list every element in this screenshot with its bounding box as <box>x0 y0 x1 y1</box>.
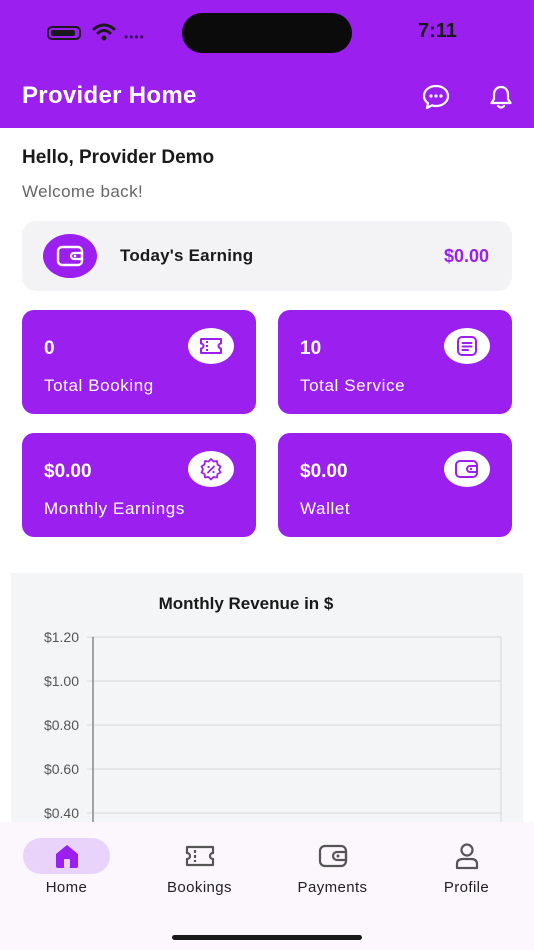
discount-badge-icon <box>188 451 234 487</box>
nav-profile-label: Profile <box>443 879 490 896</box>
nav-profile[interactable]: Profile <box>400 822 533 912</box>
monthly-revenue-chart: Monthly Revenue in $ $1.20 $1.00 $0.80 $0.6… <box>11 573 523 833</box>
wallet-value: $0.00 <box>300 461 348 482</box>
chart-plot-area: $1.20 $1.00 $0.80 $0.60 $0.40 <box>44 629 502 833</box>
wallet-card[interactable]: $0.00 Wallet <box>278 433 512 537</box>
total-booking-label: Total Booking <box>44 376 154 395</box>
status-bar: •••• 7:11 <box>0 0 534 66</box>
total-booking-card[interactable]: 0 Total Booking <box>22 310 256 414</box>
total-service-value: 10 <box>300 338 322 359</box>
nav-payments[interactable]: Payments <box>266 822 399 912</box>
nav-home[interactable]: Home <box>0 822 133 912</box>
y-tick-label: $0.40 <box>44 805 79 821</box>
total-service-label: Total Service <box>300 376 406 395</box>
nav-payments-label: Payments <box>297 879 368 896</box>
y-tick-label: $0.60 <box>44 761 79 777</box>
cellular-signal-icon: •••• <box>124 30 145 44</box>
total-service-card[interactable]: 10 Total Service <box>278 310 512 414</box>
total-booking-value: 0 <box>44 338 55 359</box>
greeting-heading: Hello, Provider Demo <box>22 147 215 168</box>
status-time: 7:11 <box>418 20 457 42</box>
dynamic-island <box>182 13 352 53</box>
todays-earning-card[interactable]: Today's Earning $0.00 <box>22 221 512 291</box>
y-tick-label: $1.00 <box>44 673 79 689</box>
list-document-icon <box>444 328 490 364</box>
person-icon <box>455 843 479 870</box>
nav-home-label: Home <box>45 879 88 896</box>
monthly-earnings-card[interactable]: $0.00 Monthly Earnings <box>22 433 256 537</box>
wallet-icon <box>43 234 97 278</box>
ticket-icon <box>185 845 215 867</box>
monthly-earnings-value: $0.00 <box>44 461 92 482</box>
monthly-earnings-label: Monthly Earnings <box>44 499 185 518</box>
wifi-icon <box>92 23 116 41</box>
bottom-navigation: Home Bookings Payments Profile <box>0 822 534 950</box>
ticket-icon <box>188 328 234 364</box>
wallet-label: Wallet <box>300 499 351 518</box>
home-indicator <box>172 935 362 940</box>
y-tick-label: $0.80 <box>44 717 79 733</box>
todays-earning-label: Today's Earning <box>120 246 254 265</box>
y-tick-label: $1.20 <box>44 629 79 645</box>
todays-earning-value: $0.00 <box>443 246 489 266</box>
chat-bubble-icon[interactable] <box>422 83 450 111</box>
page-title: Provider Home <box>22 82 197 109</box>
wallet-icon <box>318 844 348 868</box>
bell-icon[interactable] <box>487 83 515 111</box>
app-bar: Provider Home <box>0 66 534 128</box>
nav-bookings[interactable]: Bookings <box>133 822 266 912</box>
home-icon <box>56 845 78 868</box>
welcome-text: Welcome back! <box>22 182 144 201</box>
wallet-icon <box>444 451 490 487</box>
battery-icon <box>47 26 81 40</box>
nav-bookings-label: Bookings <box>167 879 232 896</box>
